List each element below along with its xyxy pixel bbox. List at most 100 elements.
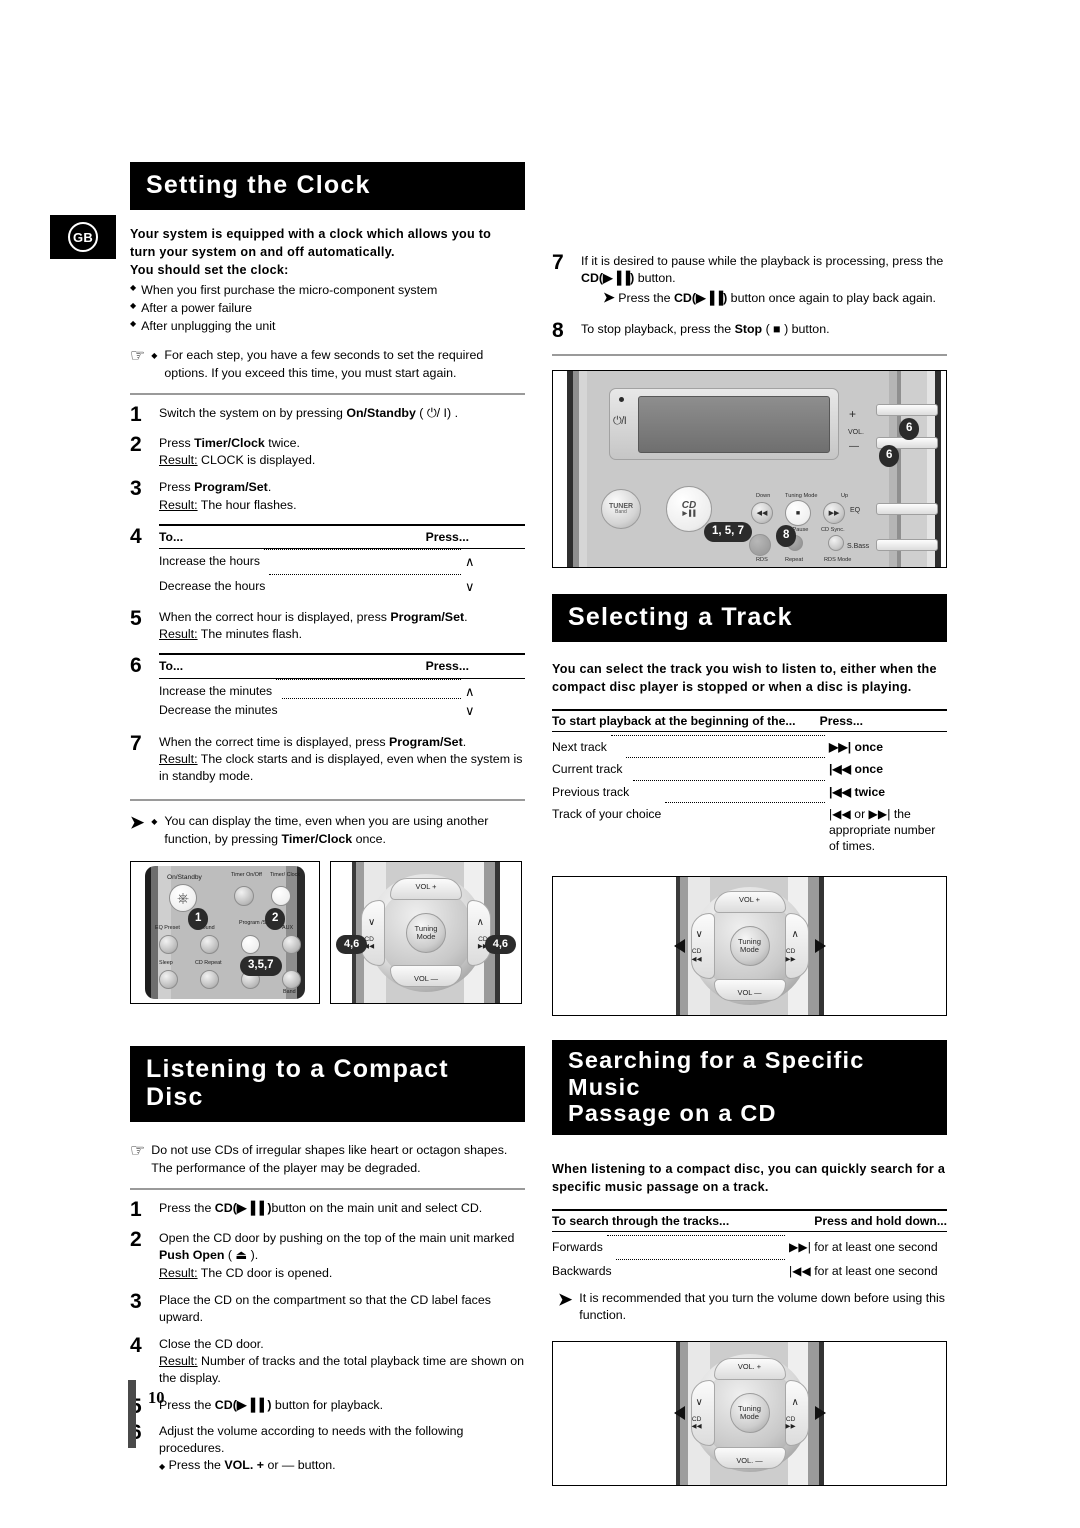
right-column: 7 If it is desired to pause while the pl… bbox=[552, 162, 947, 1486]
button-cd-next[interactable] bbox=[784, 913, 809, 980]
section-title-listening-to-a-compact-disc: Listening to a Compact Disc bbox=[130, 1046, 525, 1123]
row-label: Next track bbox=[552, 740, 607, 755]
row-label: Decrease the minutes bbox=[159, 703, 278, 718]
callout-1-5-7: 1, 5, 7 bbox=[705, 523, 751, 541]
button-timer-clock[interactable] bbox=[271, 886, 291, 907]
step-number: 7 bbox=[552, 251, 564, 274]
step-after: twice. bbox=[264, 436, 300, 451]
label-vol-up: VOL. + bbox=[737, 1361, 762, 1371]
button-aux[interactable] bbox=[282, 935, 301, 955]
table-row: Decrease the hours ∨ bbox=[159, 571, 525, 595]
button-vol-up[interactable] bbox=[876, 404, 938, 417]
chevron-down-icon: ∨ bbox=[368, 917, 376, 929]
hand-note-text: Do not use CDs of irregular shapes like … bbox=[151, 1143, 508, 1175]
divider bbox=[130, 798, 525, 801]
list-item: 3 Place the CD on the compartment so tha… bbox=[130, 1289, 525, 1326]
pointer-left-icon bbox=[673, 939, 685, 954]
button-eq-preset[interactable] bbox=[159, 935, 178, 955]
label-cd-next: CD ▶▶ bbox=[786, 1416, 796, 1431]
track-selection-table: To start playback at the beginning of th… bbox=[552, 709, 947, 854]
button-timer-on-off[interactable] bbox=[234, 886, 254, 907]
button-cd-next[interactable] bbox=[467, 899, 491, 966]
divider bbox=[552, 354, 947, 357]
table-row: Increase the minutes ∧ bbox=[159, 679, 525, 700]
table-header: To search through the tracks... Press an… bbox=[552, 1209, 947, 1233]
button-cd-prev[interactable] bbox=[690, 1380, 715, 1447]
figure-remote-navpad-left: Tuning Mode VOL + VOL — ∨ ∧ CD ◀◀ CD ▶▶ 4,… bbox=[330, 861, 522, 1005]
step-number: 1 bbox=[130, 403, 142, 427]
row-label: Decrease the hours bbox=[159, 578, 266, 593]
button-cd-next[interactable] bbox=[784, 1380, 809, 1447]
label-eq: EQ bbox=[850, 507, 861, 515]
step-after: . bbox=[267, 480, 272, 495]
diamond-bullet-icon: ◆ bbox=[151, 350, 158, 360]
label-rds: RDS bbox=[756, 557, 768, 564]
leader-dots bbox=[665, 801, 825, 803]
step-after: . bbox=[464, 610, 468, 624]
button-on-standby[interactable]: ⎈ bbox=[169, 884, 197, 913]
button-cd-repeat[interactable] bbox=[200, 970, 219, 990]
track-intro: You can select the track you wish to lis… bbox=[552, 661, 947, 697]
pointer-right-icon bbox=[814, 1406, 826, 1421]
hand-note-cd: ☞ Do not use CDs of irregular shapes lik… bbox=[130, 1142, 525, 1177]
result-text: CLOCK is displayed. bbox=[197, 453, 316, 468]
step-text: When the correct time is displayed, pres… bbox=[159, 734, 390, 749]
chevron-down-icon: ∨ bbox=[465, 703, 475, 719]
hand-note-text: For each step, you have a few seconds to… bbox=[164, 347, 484, 380]
pointing-hand-icon: ☞ bbox=[130, 345, 145, 365]
leader-dots bbox=[610, 735, 825, 737]
button-cd-prev[interactable] bbox=[690, 913, 715, 980]
table-header: To start playback at the beginning of th… bbox=[552, 709, 947, 733]
step-body: When the correct hour is displayed, pres… bbox=[159, 606, 525, 643]
result-label: Result: bbox=[159, 751, 198, 766]
button-sleep[interactable] bbox=[159, 970, 178, 990]
label-vol: VOL. bbox=[848, 429, 864, 437]
step-number: 3 bbox=[130, 1289, 142, 1313]
table-row: Next track ▶▶| once bbox=[552, 732, 947, 755]
divider bbox=[130, 393, 525, 396]
step-bold: Stop bbox=[734, 322, 763, 337]
list-item: 7 If it is desired to pause while the pl… bbox=[552, 250, 947, 307]
step-result: Result: The CD door is opened. bbox=[159, 1265, 525, 1282]
button-sbass[interactable] bbox=[876, 539, 938, 552]
list-item: 2 Open the CD door by pushing on the top… bbox=[130, 1227, 525, 1281]
arrow-note-icon: ➤ bbox=[603, 289, 615, 306]
tuning-mode-label: Tuning Mode bbox=[414, 923, 438, 941]
leader-dots bbox=[626, 757, 825, 759]
button-cd-prev[interactable] bbox=[361, 899, 385, 966]
step-result: Result: The minutes flash. bbox=[159, 626, 525, 643]
button-tuning-mode[interactable]: Tuning Mode bbox=[729, 1393, 770, 1434]
list-item: 6 To... Press... Increase the minutes ∧ bbox=[130, 653, 525, 719]
button-cd-play-pause[interactable]: CD ▶▐▐ bbox=[666, 486, 712, 533]
button-sound[interactable] bbox=[200, 935, 219, 955]
label-cd-next: CD ▶▶ bbox=[786, 948, 796, 963]
arrow-note-search: ➤ It is recommended that you turn the vo… bbox=[552, 1290, 947, 1325]
result-text: The minutes flash. bbox=[197, 627, 303, 642]
cd-left-text: CD bbox=[691, 948, 702, 956]
bullet-text: After a power failure bbox=[141, 300, 253, 315]
label-rds-mode: RDS Mode bbox=[824, 557, 852, 564]
diamond-bullet-icon: ◆ bbox=[130, 282, 137, 292]
button-tuning-mode[interactable]: Tuning Mode bbox=[406, 912, 446, 953]
bullet-text: After unplugging the unit bbox=[141, 318, 276, 333]
step-number: 6 bbox=[130, 654, 142, 678]
step-bold: Timer/Clock bbox=[194, 436, 265, 451]
step-text: Switch the system on by pressing bbox=[159, 406, 347, 421]
result-label: Result: bbox=[159, 627, 198, 642]
list-item: 6 Adjust the volume according to needs w… bbox=[130, 1420, 525, 1474]
figure-remote-keypad: On/Standby Timer On/Off Timer/ Clock ⎈ E… bbox=[130, 861, 320, 1005]
cd-left-text: CD bbox=[691, 1415, 702, 1423]
remote-keypad: On/Standby Timer On/Off Timer/ Clock ⎈ E… bbox=[151, 871, 301, 999]
cd-step-list: 1 Press the CD(▶▐▐ )button on the main u… bbox=[130, 1197, 525, 1474]
button-tuning-mode[interactable]: Tuning Mode bbox=[729, 926, 770, 967]
step-text: If it is desired to pause while the play… bbox=[581, 254, 944, 268]
page-number-bar bbox=[128, 1380, 136, 1448]
track-intro-line-2: compact disc player is stopped or when a… bbox=[552, 680, 912, 695]
button-band[interactable] bbox=[282, 970, 301, 990]
step-text: Press bbox=[159, 436, 195, 451]
result-label: Result: bbox=[159, 1265, 198, 1280]
button-program-set[interactable] bbox=[241, 935, 260, 955]
button-eq[interactable] bbox=[876, 503, 938, 516]
list-item: 5 Press the CD(▶▐▐ ) button for playback… bbox=[130, 1394, 525, 1417]
table-row: Previous track |◀◀ twice bbox=[552, 778, 947, 800]
